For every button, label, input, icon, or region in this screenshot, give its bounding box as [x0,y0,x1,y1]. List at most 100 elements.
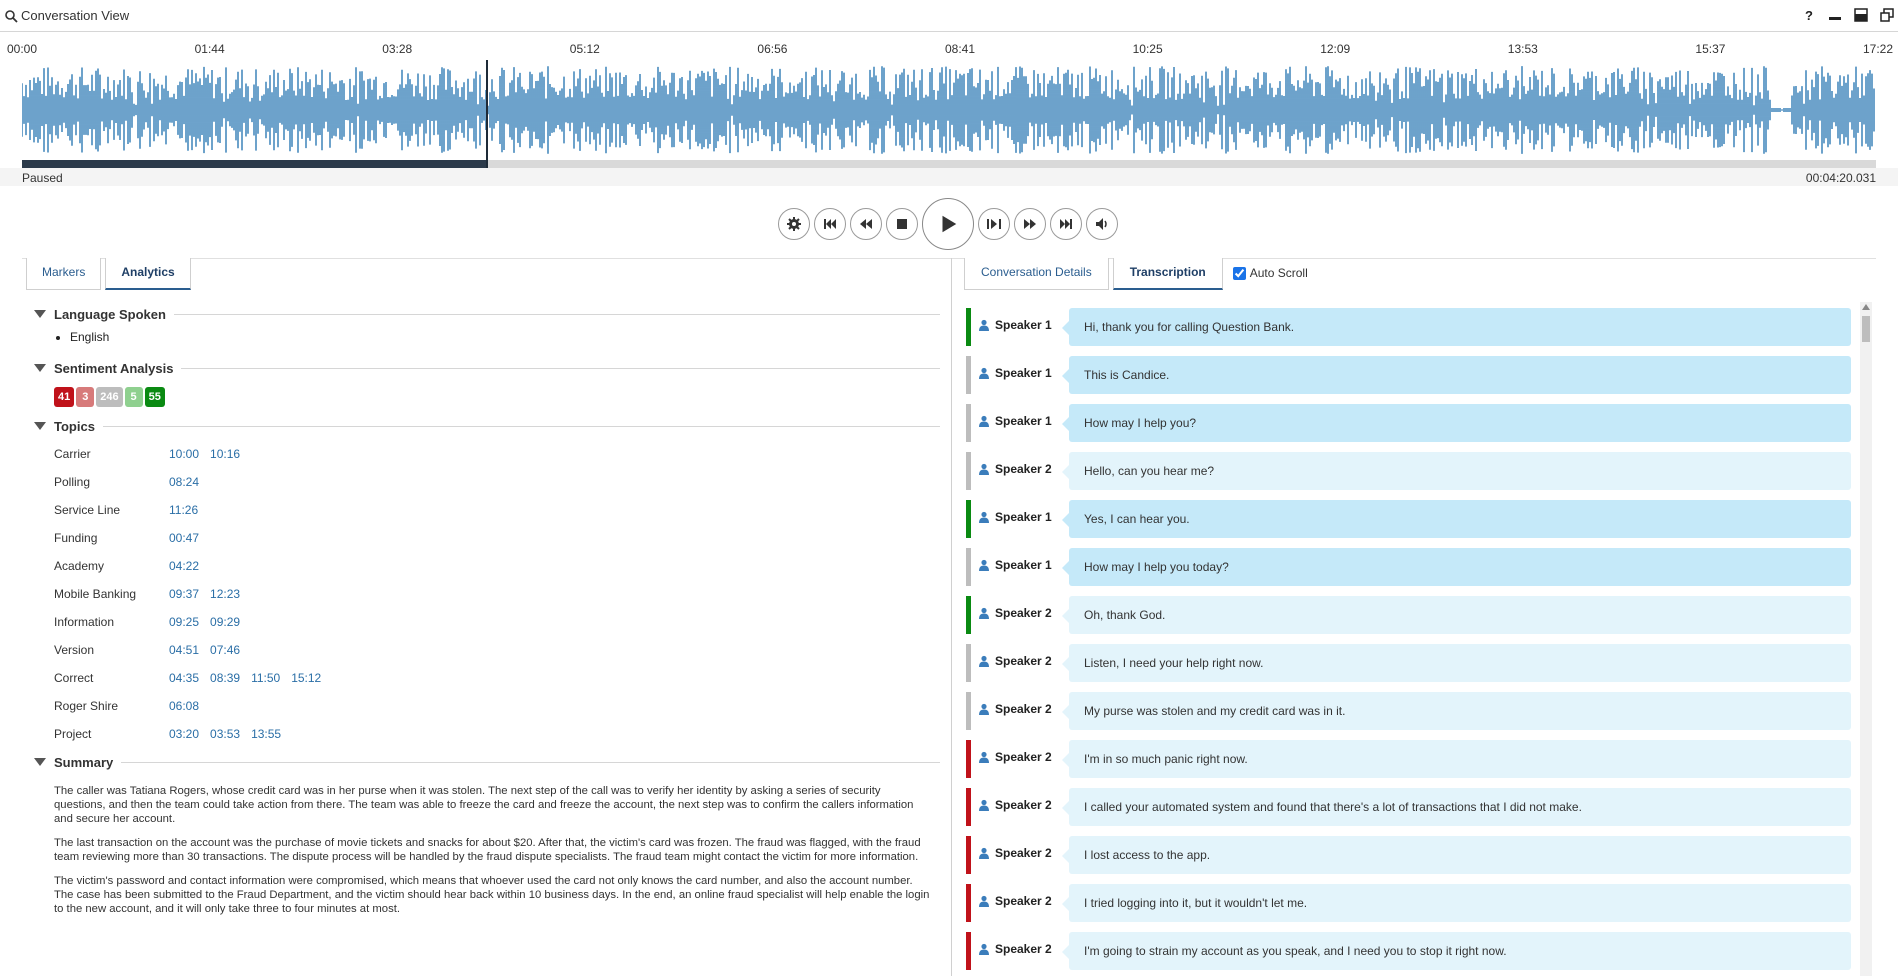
topic-name: Correct [54,671,94,685]
transcript-row[interactable]: Speaker 2 I'm in so much panic right now. [964,738,1851,778]
topic-timestamp-link[interactable]: 09:37 [169,587,199,601]
user-icon [979,655,989,667]
topic-timestamp-link[interactable]: 04:22 [169,559,199,573]
transcript-row[interactable]: Speaker 1 This is Candice. [964,354,1851,394]
utterance-text: Hi, thank you for calling Question Bank. [1062,308,1851,346]
transcript-row[interactable]: Speaker 2 I called your automated system … [964,786,1851,826]
speaker-name: Speaker 2 [995,702,1052,716]
playhead-marker[interactable] [485,60,488,168]
scroll-thumb[interactable] [1862,316,1870,342]
utterance-text: How may I help you today? [1062,548,1851,586]
language-list: English [34,328,940,354]
collapse-icon[interactable] [34,422,46,430]
section-language[interactable]: Language Spoken [34,300,940,328]
sentiment-indicator [966,548,971,586]
user-icon [979,943,989,955]
topic-row: Correct 04:35 08:39 11:50 15:12 [54,664,940,692]
maximize-icon[interactable] [1852,8,1870,24]
topic-timestamp-link[interactable]: 11:26 [169,503,198,517]
utterance-text: Oh, thank God. [1062,596,1851,634]
section-title: Summary [54,754,114,770]
topic-timestamp-link[interactable]: 11:50 [251,671,280,685]
settings-button[interactable] [778,208,810,240]
play-button[interactable] [922,198,974,250]
transcript-row[interactable]: Speaker 1 How may I help you? [964,402,1851,442]
transcript-row[interactable]: Speaker 2 I lost access to the app. [964,834,1851,874]
collapse-icon[interactable] [34,310,46,318]
topic-timestamp-link[interactable]: 10:00 [169,447,199,461]
section-title: Language Spoken [54,306,166,322]
skip-to-start-button[interactable] [814,208,846,240]
transcript-row[interactable]: Speaker 2 I'm going to strain my account … [964,930,1851,970]
volume-button[interactable] [1086,208,1118,240]
tab-conversation-details[interactable]: Conversation Details [964,258,1109,290]
topic-timestamp-link[interactable]: 10:16 [210,447,240,461]
timeline-tick: 08:41 [945,42,976,56]
sentiment-badge[interactable]: 246 [96,387,123,407]
speaker-label: Speaker 2 [978,654,1052,668]
topic-timestamp-link[interactable]: 08:39 [210,671,240,685]
topic-timestamp-link[interactable]: 12:23 [210,587,240,601]
topic-timestamp-link[interactable]: 00:47 [169,531,199,545]
right-tab-bar: Conversation Details Transcription Auto … [964,258,1308,290]
topic-timestamp-link[interactable]: 06:08 [169,699,199,713]
tab-markers[interactable]: Markers [26,258,102,290]
sentiment-badge[interactable]: 3 [76,387,95,407]
sentiment-badge[interactable]: 55 [144,387,165,407]
speaker-name: Speaker 2 [995,750,1052,764]
topic-timestamp-link[interactable]: 04:35 [169,671,199,685]
topic-timestamp-link[interactable]: 13:55 [251,727,281,741]
topic-timestamp-link[interactable]: 04:51 [169,643,199,657]
sentiment-badge[interactable]: 5 [124,387,143,407]
window-title: Conversation View [21,8,130,23]
tab-analytics[interactable]: Analytics [105,258,191,290]
auto-scroll-toggle[interactable]: Auto Scroll [1232,266,1308,280]
topic-timestamp-link[interactable]: 08:24 [169,475,199,489]
transcript-row[interactable]: Speaker 1 Yes, I can hear you. [964,498,1851,538]
transcript-row[interactable]: Speaker 2 My purse was stolen and my cred… [964,690,1851,730]
topic-name: Project [54,727,92,741]
transcript-list[interactable]: Speaker 1 Hi, thank you for calling Quest… [964,306,1859,976]
auto-scroll-checkbox[interactable] [1232,266,1246,280]
stop-button[interactable] [886,208,918,240]
speaker-label: Speaker 2 [978,462,1052,476]
minimize-icon[interactable] [1826,8,1844,24]
rewind-button[interactable] [850,208,882,240]
transcript-row[interactable]: Speaker 1 Hi, thank you for calling Quest… [964,306,1851,346]
help-icon[interactable]: ? [1800,8,1818,24]
topic-timestamp-link[interactable]: 07:46 [210,643,240,657]
transcript-scrollbar[interactable] [1860,302,1872,976]
topic-timestamp-link[interactable]: 03:20 [169,727,199,741]
transcript-row[interactable]: Speaker 1 How may I help you today? [964,546,1851,586]
audio-waveform[interactable] [22,60,1876,168]
restore-icon[interactable] [1878,8,1896,24]
progress-fill [22,160,486,168]
user-icon [979,607,989,619]
section-sentiment[interactable]: Sentiment Analysis [34,354,940,382]
topic-timestamp-link[interactable]: 09:29 [210,615,240,629]
topic-name: Roger Shire [54,699,119,713]
tab-transcription[interactable]: Transcription [1112,258,1223,290]
topic-timestamp-link[interactable]: 09:25 [169,615,199,629]
section-topics[interactable]: Topics [34,412,940,440]
collapse-icon[interactable] [34,758,46,766]
speaker-label: Speaker 1 [978,510,1052,524]
transcript-row[interactable]: Speaker 2 Oh, thank God. [964,594,1851,634]
fast-forward-button[interactable] [1014,208,1046,240]
search-icon[interactable] [4,9,18,23]
fast-forward-icon [1024,219,1036,229]
topic-timestamp-link[interactable]: 03:53 [210,727,240,741]
collapse-icon[interactable] [34,364,46,372]
sentiment-badge[interactable]: 41 [54,387,75,407]
speaker-label: Speaker 1 [978,414,1052,428]
transcript-row[interactable]: Speaker 2 Hello, can you hear me? [964,450,1851,490]
transcript-row[interactable]: Speaker 2 I tried logging into it, but it… [964,882,1851,922]
utterance-text: I called your automated system and found… [1062,788,1851,826]
sentiment-indicator [966,500,971,538]
section-summary[interactable]: Summary [34,748,940,776]
step-frame-button[interactable] [978,208,1010,240]
topic-timestamp-link[interactable]: 15:12 [291,671,321,685]
scroll-up-icon[interactable] [1862,304,1870,310]
skip-to-end-button[interactable] [1050,208,1082,240]
transcript-row[interactable]: Speaker 2 Listen, I need your help right … [964,642,1851,682]
